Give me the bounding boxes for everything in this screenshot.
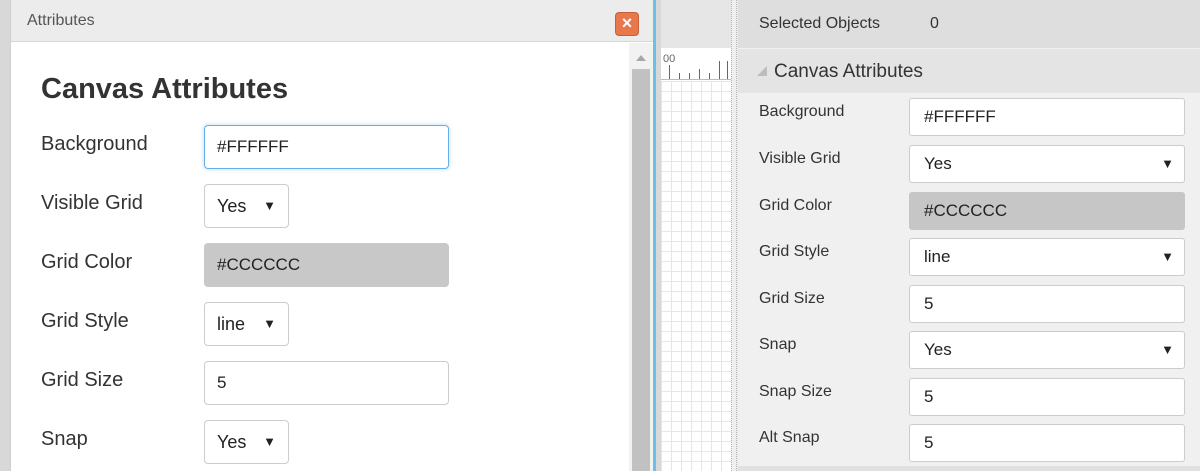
grid-style-label: Grid Style — [41, 310, 129, 332]
ruler-tick — [669, 65, 670, 79]
visible-grid-label: Visible Grid — [759, 150, 841, 167]
grid-color-input[interactable]: #CCCCCC — [204, 243, 449, 287]
grid-style-select[interactable]: line ▼ — [204, 302, 289, 346]
dropdown-caret-icon: ▼ — [1161, 342, 1174, 357]
dropdown-caret-icon: ▼ — [1161, 249, 1174, 264]
snap-select[interactable]: Yes ▼ — [204, 420, 289, 464]
visible-grid-select[interactable]: Yes ▼ — [909, 145, 1185, 183]
grid-style-select[interactable]: line ▼ — [909, 238, 1185, 276]
properties-panel: Selected Objects 0 Canvas Attributes Bac… — [738, 0, 1200, 471]
grid-style-value: line — [217, 314, 246, 334]
grid-color-input[interactable]: #CCCCCC — [909, 192, 1185, 230]
alt-snap-input[interactable]: 5 — [909, 424, 1185, 462]
horizontal-ruler: 00 — [661, 48, 731, 80]
selected-objects-label: Selected Objects — [759, 15, 880, 32]
snap-size-label: Snap Size — [759, 383, 832, 400]
snap-label: Snap — [41, 428, 88, 450]
dialog-scrollbar[interactable] — [629, 43, 653, 471]
snap-select[interactable]: Yes ▼ — [909, 331, 1185, 369]
prop-row-snap: Snap Yes ▼ — [738, 331, 1200, 371]
dropdown-caret-icon: ▼ — [1161, 156, 1174, 171]
dialog-title: Attributes — [27, 12, 95, 29]
grid-size-input[interactable]: 5 — [204, 361, 449, 405]
prop-row-grid-size: Grid Size 5 — [738, 285, 1200, 325]
ruler-tick — [709, 73, 710, 79]
dialog-row-grid-style: Grid Style line ▼ — [41, 302, 461, 346]
ruler-tick — [699, 69, 700, 79]
grid-style-label: Grid Style — [759, 243, 830, 260]
ruler-tick — [719, 61, 720, 79]
grid-size-label: Grid Size — [41, 369, 124, 391]
dialog-body: Canvas Attributes Background #FFFFFF Vis… — [11, 43, 629, 471]
visible-grid-select[interactable]: Yes ▼ — [204, 184, 289, 228]
ruler-tick — [689, 73, 690, 79]
ruler-tick — [727, 61, 728, 79]
visible-grid-label: Visible Grid — [41, 192, 143, 214]
background-label: Background — [41, 133, 148, 155]
background-input[interactable]: #FFFFFF — [204, 125, 449, 169]
prop-row-alt-snap: Alt Snap 5 — [738, 424, 1200, 464]
snap-value: Yes — [217, 432, 247, 452]
ruler-tick — [679, 73, 680, 79]
dialog-titlebar[interactable]: Attributes × — [11, 0, 653, 42]
dialog-backdrop: Attributes × Canvas Attributes Backgroun… — [0, 0, 661, 471]
grid-color-label: Grid Color — [759, 197, 832, 214]
dialog-row-grid-color: Grid Color #CCCCCC — [41, 243, 461, 287]
panel-splitter[interactable] — [731, 0, 737, 471]
canvas-attributes-section-header[interactable]: Canvas Attributes — [738, 49, 1200, 93]
visible-grid-value: Yes — [217, 196, 247, 216]
prop-row-grid-style: Grid Style line ▼ — [738, 238, 1200, 278]
dialog-row-background: Background #FFFFFF — [41, 125, 461, 169]
background-label: Background — [759, 103, 845, 120]
dropdown-caret-icon: ▼ — [263, 198, 276, 213]
scroll-up-icon[interactable] — [636, 55, 646, 61]
dialog-row-grid-size: Grid Size 5 — [41, 361, 461, 405]
grid-color-label: Grid Color — [41, 251, 133, 273]
panel-footer-strip — [738, 466, 1200, 471]
grid-size-input[interactable]: 5 — [909, 285, 1185, 323]
grid-style-value: line — [924, 247, 951, 266]
scrollbar-thumb[interactable] — [632, 69, 650, 471]
snap-size-input[interactable]: 5 — [909, 378, 1185, 416]
prop-row-visible-grid: Visible Grid Yes ▼ — [738, 145, 1200, 185]
canvas-grid[interactable] — [661, 81, 731, 471]
visible-grid-value: Yes — [924, 154, 952, 173]
selected-objects-bar: Selected Objects 0 — [738, 0, 1200, 48]
close-icon[interactable]: × — [615, 12, 639, 36]
section-title: Canvas Attributes — [774, 61, 923, 82]
canvas-toolbar-area — [661, 0, 731, 48]
prop-row-background: Background #FFFFFF — [738, 98, 1200, 138]
canvas-area[interactable]: 00 — [661, 0, 731, 471]
snap-value: Yes — [924, 340, 952, 359]
prop-row-snap-size: Snap Size 5 — [738, 378, 1200, 418]
dialog-row-visible-grid: Visible Grid Yes ▼ — [41, 184, 461, 228]
selected-objects-count: 0 — [930, 15, 939, 32]
dropdown-caret-icon: ▼ — [263, 316, 276, 331]
collapse-triangle-icon[interactable] — [757, 66, 767, 76]
alt-snap-label: Alt Snap — [759, 429, 820, 446]
background-input[interactable]: #FFFFFF — [909, 98, 1185, 136]
snap-label: Snap — [759, 336, 797, 353]
grid-size-label: Grid Size — [759, 290, 825, 307]
prop-row-grid-color: Grid Color #CCCCCC — [738, 192, 1200, 232]
dialog-row-snap: Snap Yes ▼ — [41, 420, 461, 464]
attributes-dialog: Attributes × Canvas Attributes Backgroun… — [10, 0, 656, 471]
dropdown-caret-icon: ▼ — [263, 434, 276, 449]
ruler-label: 00 — [663, 53, 676, 65]
dialog-heading: Canvas Attributes — [41, 73, 289, 105]
